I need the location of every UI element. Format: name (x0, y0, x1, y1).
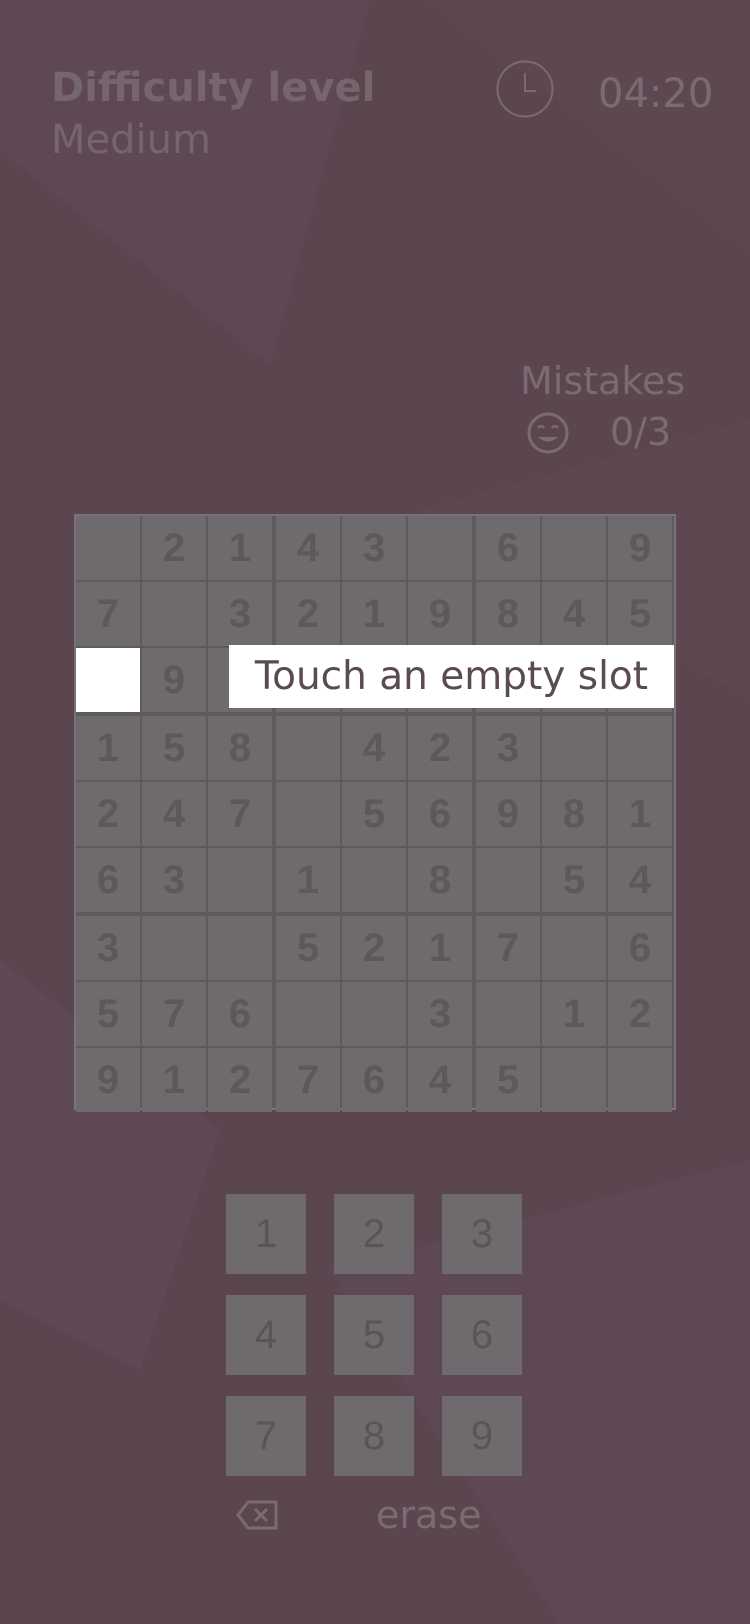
sudoku-cell-r5-c3[interactable]: 7 (208, 782, 272, 846)
mistakes-label: Mistakes (520, 359, 686, 403)
sudoku-cell-r8-c5[interactable] (342, 982, 406, 1046)
sudoku-cell-r6-c1[interactable]: 6 (76, 848, 140, 912)
sudoku-cell-r4-c1[interactable]: 1 (76, 716, 140, 780)
keypad-button-6[interactable]: 6 (442, 1295, 522, 1375)
sudoku-cell-r8-c6[interactable]: 3 (408, 982, 472, 1046)
sudoku-cell-r1-c7[interactable]: 6 (476, 516, 540, 580)
hint-banner: Touch an empty slot (229, 645, 674, 708)
sudoku-board: 2143697321984591584232475698163185435217… (74, 514, 676, 1112)
sudoku-cell-r1-c3[interactable]: 1 (208, 516, 272, 580)
sudoku-cell-r7-c4[interactable]: 5 (276, 916, 340, 980)
sudoku-cell-r2-c5[interactable]: 1 (342, 582, 406, 646)
sudoku-cell-r8-c3[interactable]: 6 (208, 982, 272, 1046)
keypad-button-5[interactable]: 5 (334, 1295, 414, 1375)
sudoku-cell-r2-c7[interactable]: 8 (476, 582, 540, 646)
sudoku-cell-r9-c4[interactable]: 7 (276, 1048, 340, 1112)
sudoku-cell-r6-c3[interactable] (208, 848, 272, 912)
keypad-button-4[interactable]: 4 (226, 1295, 306, 1375)
backspace-icon[interactable] (236, 1500, 278, 1530)
sudoku-cell-r4-c8[interactable] (542, 716, 606, 780)
sudoku-cell-r9-c7[interactable]: 5 (476, 1048, 540, 1112)
sudoku-cell-r8-c2[interactable]: 7 (142, 982, 206, 1046)
sudoku-cell-r6-c7[interactable] (476, 848, 540, 912)
sudoku-cell-r4-c3[interactable]: 8 (208, 716, 272, 780)
sudoku-cell-r9-c8[interactable] (542, 1048, 606, 1112)
sudoku-cell-r8-c4[interactable] (276, 982, 340, 1046)
erase-button[interactable]: erase (376, 1490, 481, 1540)
sudoku-cell-r7-c8[interactable] (542, 916, 606, 980)
mistakes-count: 0/3 (610, 410, 672, 454)
sudoku-cell-r2-c4[interactable]: 2 (276, 582, 340, 646)
sudoku-cell-r2-c3[interactable]: 3 (208, 582, 272, 646)
sudoku-cell-r7-c9[interactable]: 6 (608, 916, 672, 980)
sudoku-cell-r2-c6[interactable]: 9 (408, 582, 472, 646)
sudoku-cell-r3-c1[interactable] (76, 648, 140, 712)
keypad-button-3[interactable]: 3 (442, 1194, 522, 1274)
sudoku-cell-r9-c3[interactable]: 2 (208, 1048, 272, 1112)
sudoku-cell-r4-c7[interactable]: 3 (476, 716, 540, 780)
smiley-icon (527, 412, 569, 454)
sudoku-cell-r9-c9[interactable] (608, 1048, 672, 1112)
sudoku-cell-r8-c1[interactable]: 5 (76, 982, 140, 1046)
difficulty-heading: Difficulty level (51, 65, 376, 111)
sudoku-cell-r7-c7[interactable]: 7 (476, 916, 540, 980)
sudoku-cell-r1-c5[interactable]: 3 (342, 516, 406, 580)
sudoku-cell-r9-c2[interactable]: 1 (142, 1048, 206, 1112)
keypad-button-1[interactable]: 1 (226, 1194, 306, 1274)
sudoku-cell-r5-c4[interactable] (276, 782, 340, 846)
timer-value: 04:20 (598, 71, 714, 117)
sudoku-cell-r6-c5[interactable] (342, 848, 406, 912)
sudoku-cell-r9-c5[interactable]: 6 (342, 1048, 406, 1112)
sudoku-cell-r5-c1[interactable]: 2 (76, 782, 140, 846)
sudoku-cell-r4-c4[interactable] (276, 716, 340, 780)
sudoku-cell-r1-c9[interactable]: 9 (608, 516, 672, 580)
keypad-button-7[interactable]: 7 (226, 1396, 306, 1476)
sudoku-cell-r6-c2[interactable]: 3 (142, 848, 206, 912)
sudoku-cell-r7-c2[interactable] (142, 916, 206, 980)
sudoku-cell-r5-c2[interactable]: 4 (142, 782, 206, 846)
sudoku-cell-r2-c9[interactable]: 5 (608, 582, 672, 646)
sudoku-cell-r6-c4[interactable]: 1 (276, 848, 340, 912)
sudoku-cell-r7-c5[interactable]: 2 (342, 916, 406, 980)
sudoku-cell-r1-c2[interactable]: 2 (142, 516, 206, 580)
sudoku-cell-r1-c8[interactable] (542, 516, 606, 580)
sudoku-cell-r5-c5[interactable]: 5 (342, 782, 406, 846)
sudoku-cell-r5-c7[interactable]: 9 (476, 782, 540, 846)
sudoku-cell-r6-c8[interactable]: 5 (542, 848, 606, 912)
sudoku-cell-r4-c2[interactable]: 5 (142, 716, 206, 780)
sudoku-cell-r2-c8[interactable]: 4 (542, 582, 606, 646)
difficulty-value: Medium (51, 117, 211, 163)
sudoku-cell-r5-c8[interactable]: 8 (542, 782, 606, 846)
sudoku-cell-r6-c9[interactable]: 4 (608, 848, 672, 912)
sudoku-cell-r5-c9[interactable]: 1 (608, 782, 672, 846)
sudoku-cell-r4-c6[interactable]: 2 (408, 716, 472, 780)
sudoku-cell-r7-c6[interactable]: 1 (408, 916, 472, 980)
sudoku-cell-r8-c8[interactable]: 1 (542, 982, 606, 1046)
sudoku-cell-r8-c9[interactable]: 2 (608, 982, 672, 1046)
sudoku-cell-r9-c6[interactable]: 4 (408, 1048, 472, 1112)
sudoku-cell-r6-c6[interactable]: 8 (408, 848, 472, 912)
sudoku-cell-r2-c2[interactable] (142, 582, 206, 646)
sudoku-cell-r3-c2[interactable]: 9 (142, 648, 206, 712)
sudoku-cell-r8-c7[interactable] (476, 982, 540, 1046)
sudoku-cell-r4-c5[interactable]: 4 (342, 716, 406, 780)
keypad-button-2[interactable]: 2 (334, 1194, 414, 1274)
sudoku-cell-r4-c9[interactable] (608, 716, 672, 780)
sudoku-cell-r7-c1[interactable]: 3 (76, 916, 140, 980)
sudoku-cell-r2-c1[interactable]: 7 (76, 582, 140, 646)
sudoku-cell-r5-c6[interactable]: 6 (408, 782, 472, 846)
sudoku-cell-r1-c6[interactable] (408, 516, 472, 580)
sudoku-cell-r1-c1[interactable] (76, 516, 140, 580)
keypad-button-8[interactable]: 8 (334, 1396, 414, 1476)
clock-icon (496, 60, 554, 118)
sudoku-cell-r9-c1[interactable]: 9 (76, 1048, 140, 1112)
sudoku-cell-r1-c4[interactable]: 4 (276, 516, 340, 580)
sudoku-cell-r7-c3[interactable] (208, 916, 272, 980)
keypad-button-9[interactable]: 9 (442, 1396, 522, 1476)
